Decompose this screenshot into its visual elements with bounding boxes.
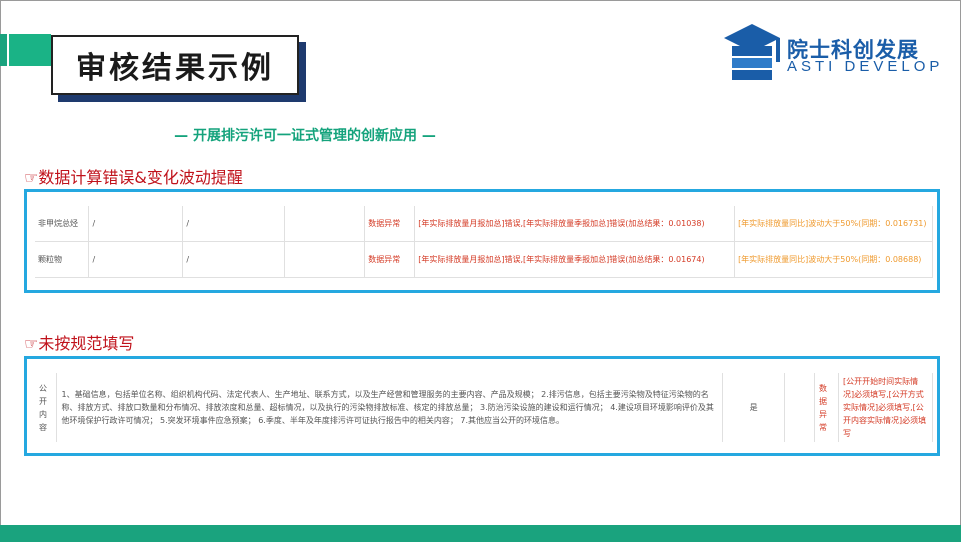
calc-error-panel: 非甲烷总烃 / / 数据异常 [年实际排放量月报加总]错误,[年实际排放量季报加… — [24, 189, 940, 293]
accent-bar-2 — [9, 34, 51, 66]
table-cell: / — [88, 241, 184, 278]
table-cell: / — [182, 206, 286, 242]
error-message: [公开开始时间实际情况]必须填写,[公开方式实际情况]必须填写,[公开内容实际情… — [838, 373, 933, 442]
irregular-fill-panel: 公开内容 1、基础信息，包括单位名称、组织机构代码、法定代表人、生产地址、联系方… — [24, 356, 940, 456]
irregular-fill-table: 公开内容 1、基础信息，包括单位名称、组织机构代码、法定代表人、生产地址、联系方… — [35, 373, 933, 442]
warning-message: [年实际排放量同比]波动大于50%(同期：0.08688) — [734, 241, 933, 278]
warning-message: [年实际排放量同比]波动大于50%(同期：0.016731) — [734, 206, 933, 242]
table-cell — [784, 373, 816, 442]
table-cell — [284, 241, 366, 278]
footer-bar — [0, 525, 961, 542]
page-title: 审核结果示例 — [51, 35, 299, 95]
table-cell: / — [88, 206, 184, 242]
status-badge: 数据异常 — [814, 373, 840, 442]
field-name: 公开内容 — [35, 373, 58, 442]
status-badge: 数据异常 — [364, 206, 416, 242]
subtitle: — 开展排污许可一证式管理的创新应用 — — [174, 128, 436, 144]
table-row: 颗粒物 / / 数据异常 [年实际排放量月报加总]错误,[年实际排放量季报加总]… — [35, 241, 933, 278]
error-message: [年实际排放量月报加总]错误,[年实际排放量季报加总]错误(加总结果：0.016… — [414, 241, 736, 278]
table-row: 非甲烷总烃 / / 数据异常 [年实际排放量月报加总]错误,[年实际排放量季报加… — [35, 206, 933, 242]
flag-value: 是 — [722, 373, 786, 442]
logo-text-en: ASTI DEVELOP — [787, 58, 944, 75]
table-cell: / — [182, 241, 286, 278]
accent-bar — [0, 34, 7, 66]
pollutant-name: 颗粒物 — [35, 241, 90, 278]
pollutant-name: 非甲烷总烃 — [35, 206, 90, 242]
section-title-irregular-fill: ☞未按规范填写 — [24, 334, 135, 353]
status-badge: 数据异常 — [364, 241, 416, 278]
field-content: 1、基础信息，包括单位名称、组织机构代码、法定代表人、生产地址、联系方式，以及生… — [56, 373, 724, 442]
calc-error-table: 非甲烷总烃 / / 数据异常 [年实际排放量月报加总]错误,[年实际排放量季报加… — [35, 206, 933, 278]
error-message: [年实际排放量月报加总]错误,[年实际排放量季报加总]错误(加总结果：0.010… — [414, 206, 736, 242]
table-row: 公开内容 1、基础信息，包括单位名称、组织机构代码、法定代表人、生产地址、联系方… — [35, 373, 933, 442]
section-title-calc-error: ☞数据计算错误&变化波动提醒 — [24, 168, 243, 187]
table-cell — [284, 206, 366, 242]
